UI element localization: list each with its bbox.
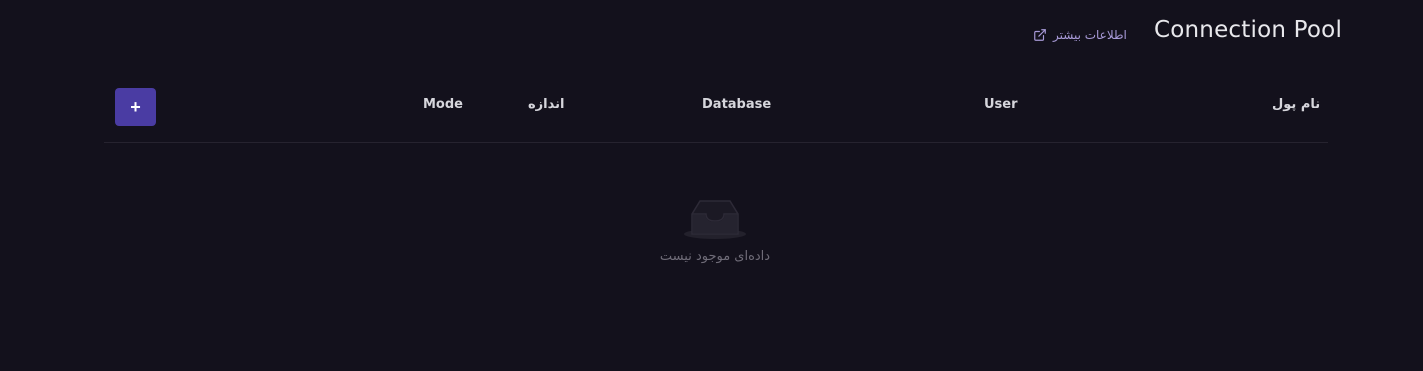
page-title: Connection Pool: [1154, 17, 1343, 43]
more-info-link[interactable]: اطلاعات بیشتر: [1033, 25, 1127, 45]
add-pool-button[interactable]: +: [115, 88, 156, 126]
connection-pool-page: Connection Pool اطلاعات بیشتر + Mode اند…: [0, 0, 1423, 371]
column-header-user[interactable]: User: [984, 96, 1018, 114]
column-header-database[interactable]: Database: [702, 96, 771, 114]
more-info-label: اطلاعات بیشتر: [1053, 28, 1127, 42]
column-header-size[interactable]: اندازه: [528, 96, 564, 114]
empty-state-message: داده‌ای موجود نیست: [659, 249, 771, 264]
external-link-icon: [1033, 28, 1047, 42]
table-header-divider: [104, 142, 1328, 143]
column-header-pool-name[interactable]: نام پول: [1272, 96, 1320, 114]
column-header-mode[interactable]: Mode: [423, 96, 463, 114]
inbox-icon: [684, 198, 746, 240]
